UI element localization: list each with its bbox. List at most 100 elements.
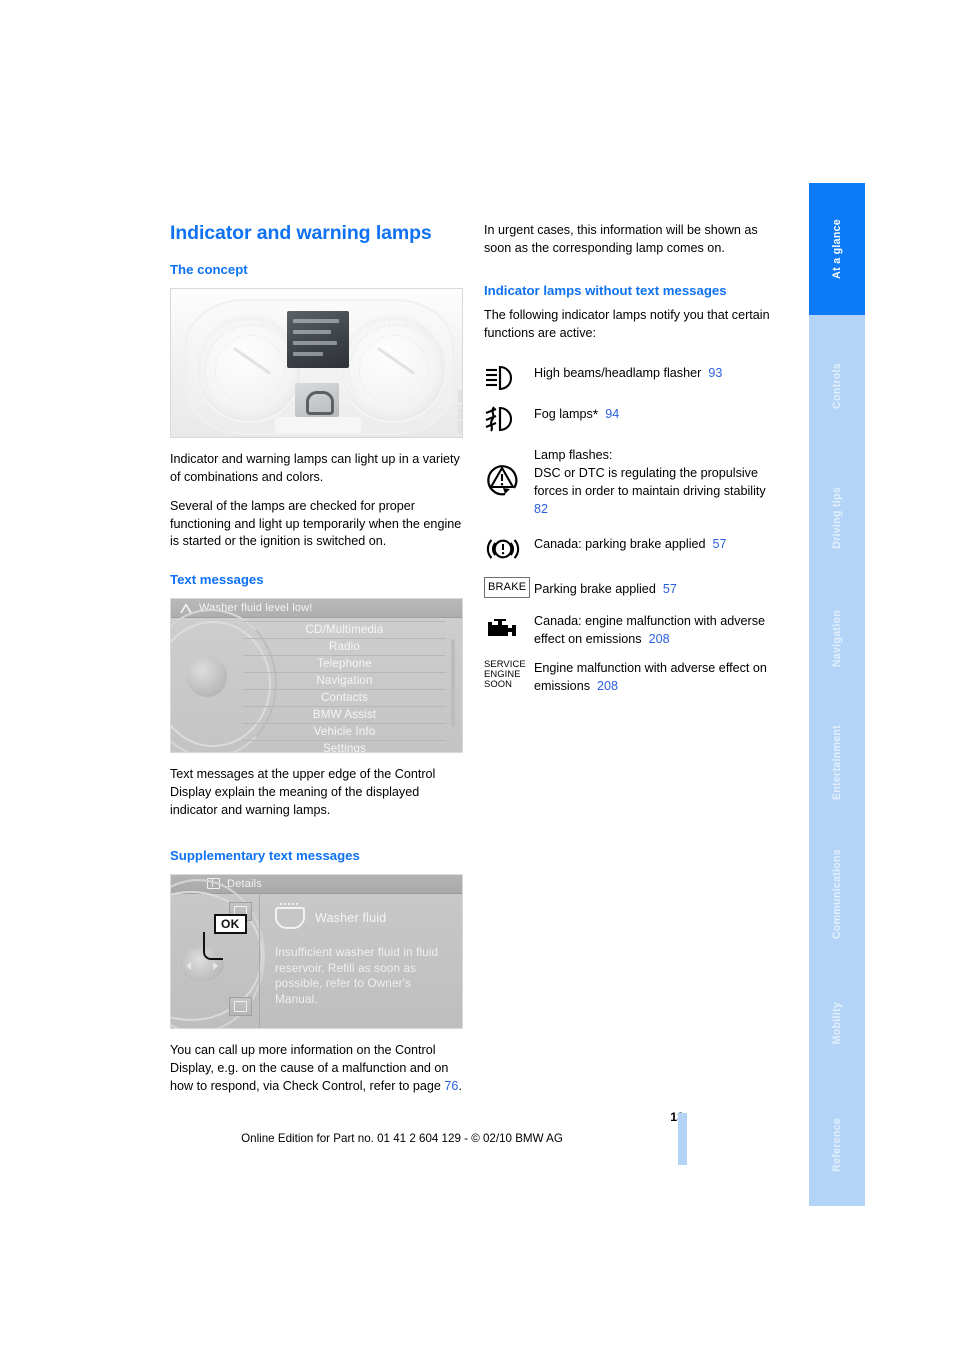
ok-callout-leader-line — [203, 931, 223, 960]
dial-needle — [377, 346, 415, 375]
menu-item-bmw-assist[interactable]: BMW Assist — [243, 707, 446, 724]
lcd-line — [293, 340, 337, 345]
dsc-dtc-triangle-icon — [484, 446, 534, 496]
idrive-main-menu-figure: Washer fluid level low! CD/Multimedia Ra… — [170, 597, 463, 753]
instrument-cluster-figure: BMW Y1131 0010 — [170, 287, 463, 438]
sidebar-tab-label: Communications — [831, 848, 843, 940]
manual-page: Indicator and warning lamps The concept … — [0, 0, 954, 1350]
concept-paragraph-1: Indicator and warning lamps can light up… — [170, 451, 460, 484]
menu-item-contacts[interactable]: Contacts — [243, 690, 446, 707]
lamp-label-high-beams: High beams/headlamp flasher 93 — [534, 364, 722, 383]
lamp-text: High beams/headlamp flasher — [534, 366, 702, 380]
menu-item-radio[interactable]: Radio — [243, 639, 446, 656]
dial-needle — [233, 346, 271, 375]
details-entry-title: Washer fluid — [315, 910, 387, 925]
lcd-line — [293, 318, 339, 323]
sidebar-tab-label: Navigation — [831, 610, 843, 668]
page-link-76[interactable]: 76 — [444, 1079, 458, 1093]
page-link[interactable]: 208 — [597, 679, 618, 693]
footer-imprint: Online Edition for Part no. 01 41 2 604 … — [241, 1132, 563, 1145]
idrive-controller-knob — [186, 655, 228, 698]
indicator-lamps-lead: The following indicator lamps notify you… — [484, 308, 770, 341]
washer-fluid-icon — [275, 902, 305, 929]
lamp-row-high-beams: High beams/headlamp flasher 93 — [484, 364, 777, 391]
concept-paragraph-2: Several of the lamps are checked for pro… — [170, 498, 462, 549]
menu-item-navigation[interactable]: Navigation — [243, 673, 446, 690]
lamp-row-dsc-dtc: Lamp flashes: DSC or DTC is regulating th… — [484, 446, 777, 519]
engine-malfunction-icon — [484, 612, 534, 642]
heading-supplementary-text-messages: Supplementary text messages — [170, 848, 360, 864]
brake-text-icon: BRAKE — [484, 576, 534, 598]
lamp-text: DSC or DTC is regulating the propulsive … — [534, 465, 766, 498]
lamp-label-service-engine-soon: Engine malfunction with adverse effect o… — [534, 659, 777, 696]
page-link[interactable]: 57 — [663, 582, 677, 596]
ok-callout-label: OK — [214, 913, 247, 934]
idrive-menu-list: CD/Multimedia Radio Telephone Navigation… — [243, 620, 446, 752]
heading-indicator-lamps-without-text-messages: Indicator lamps without text messages — [484, 282, 727, 298]
menu-item-vehicle-info[interactable]: Vehicle Info — [243, 724, 446, 741]
brake-icon-label: BRAKE — [484, 576, 531, 598]
optional-equipment-asterisk: * — [592, 406, 599, 422]
menu-item-cd-multimedia[interactable]: CD/Multimedia — [243, 620, 446, 639]
lamp-row-service-engine-soon: SERVICE ENGINE SOON Engine malfunction w… — [484, 659, 777, 696]
cluster-lcd-display — [287, 310, 349, 368]
lcd-line — [293, 329, 331, 334]
page-link[interactable]: 82 — [534, 502, 548, 516]
lamp-label-fog-lamps: Fog lamps* 94 — [534, 405, 619, 424]
sidebar-tab-entertainment[interactable]: Entertainment — [809, 699, 865, 826]
sidebar-tab-label: Driving tips — [831, 487, 843, 549]
details-entry-header: Washer fluid — [275, 902, 387, 929]
heading-text-messages: Text messages — [170, 572, 264, 588]
service-engine-soon-icon: SERVICE ENGINE SOON — [484, 659, 534, 689]
lamp-row-engine-malfunction-canada: Canada: engine malfunction with adverse … — [484, 612, 777, 649]
details-divider — [259, 893, 260, 1028]
warning-triangle-icon — [180, 602, 192, 613]
lamp-text-line-1: Lamp flashes: — [534, 448, 613, 462]
sidebar-tab-navigation[interactable]: Navigation — [809, 579, 865, 699]
right-column: In urgent cases, this information will b… — [484, 222, 777, 710]
sidebar-tab-label: Controls — [831, 363, 843, 409]
lcd-line — [293, 351, 323, 356]
details-next-button[interactable] — [229, 996, 252, 1016]
details-entry-body: Insufficient washer fluid in fluid reser… — [275, 944, 439, 1007]
page-number: 13 — [0, 1110, 684, 1124]
chapter-tab-rail: At a glance Controls Driving tips Naviga… — [809, 183, 865, 1206]
sidebar-tab-mobility[interactable]: Mobility — [809, 962, 865, 1084]
menu-scrollbar[interactable] — [451, 638, 455, 727]
sidebar-tab-label: Entertainment — [831, 724, 843, 801]
footer-accent-bar — [678, 1113, 687, 1165]
left-column: Indicator and warning lamps The concept … — [170, 222, 463, 1096]
dial-tick-ring — [348, 323, 442, 416]
lamp-text: Canada: parking brake applied — [534, 536, 706, 551]
sidebar-tab-at-a-glance[interactable]: At a glance — [809, 183, 865, 315]
sidebar-tab-controls[interactable]: Controls — [809, 315, 865, 457]
page-link[interactable]: 93 — [708, 366, 722, 380]
supplementary-paragraph-suffix: . — [458, 1078, 462, 1093]
lamp-row-fog-lamps: Fog lamps* 94 — [484, 405, 777, 432]
page-link[interactable]: 208 — [649, 632, 670, 646]
lamp-text: Engine malfunction with adverse effect o… — [534, 661, 767, 693]
lamp-row-parking-brake-canada: Canada: parking brake applied 57 — [484, 535, 777, 562]
sidebar-tab-label: Reference — [831, 1118, 843, 1172]
cluster-shelf — [275, 416, 361, 433]
parking-brake-canada-icon — [484, 535, 534, 562]
fog-lamp-icon — [484, 405, 534, 432]
idrive-details-figure: Details OK Washer fluid Insufficient was… — [170, 873, 463, 1029]
supplementary-paragraph-prefix: You can call up more information on the … — [170, 1042, 449, 1093]
dial-tick-ring — [204, 323, 298, 416]
heading-the-concept: The concept — [170, 262, 248, 278]
sidebar-tab-communications[interactable]: Communications — [809, 826, 865, 962]
menu-item-telephone[interactable]: Telephone — [243, 656, 446, 673]
lamp-label-dsc-dtc: Lamp flashes: DSC or DTC is regulating th… — [534, 446, 777, 519]
page-title: Indicator and warning lamps — [170, 222, 432, 244]
details-title-text: Details — [227, 877, 263, 890]
lamp-row-parking-brake: BRAKE Parking brake applied 57 — [484, 576, 777, 599]
lamp-label-parking-brake-canada: Canada: parking brake applied 57 — [534, 535, 727, 554]
sidebar-tab-label: At a glance — [831, 219, 843, 279]
page-link[interactable]: 94 — [605, 407, 619, 421]
cluster-indicator-badge — [295, 382, 339, 417]
sidebar-tab-driving-tips[interactable]: Driving tips — [809, 457, 865, 579]
sidebar-tab-reference[interactable]: Reference — [809, 1084, 865, 1206]
menu-item-settings[interactable]: Settings — [243, 741, 446, 752]
page-link[interactable]: 57 — [713, 537, 727, 551]
